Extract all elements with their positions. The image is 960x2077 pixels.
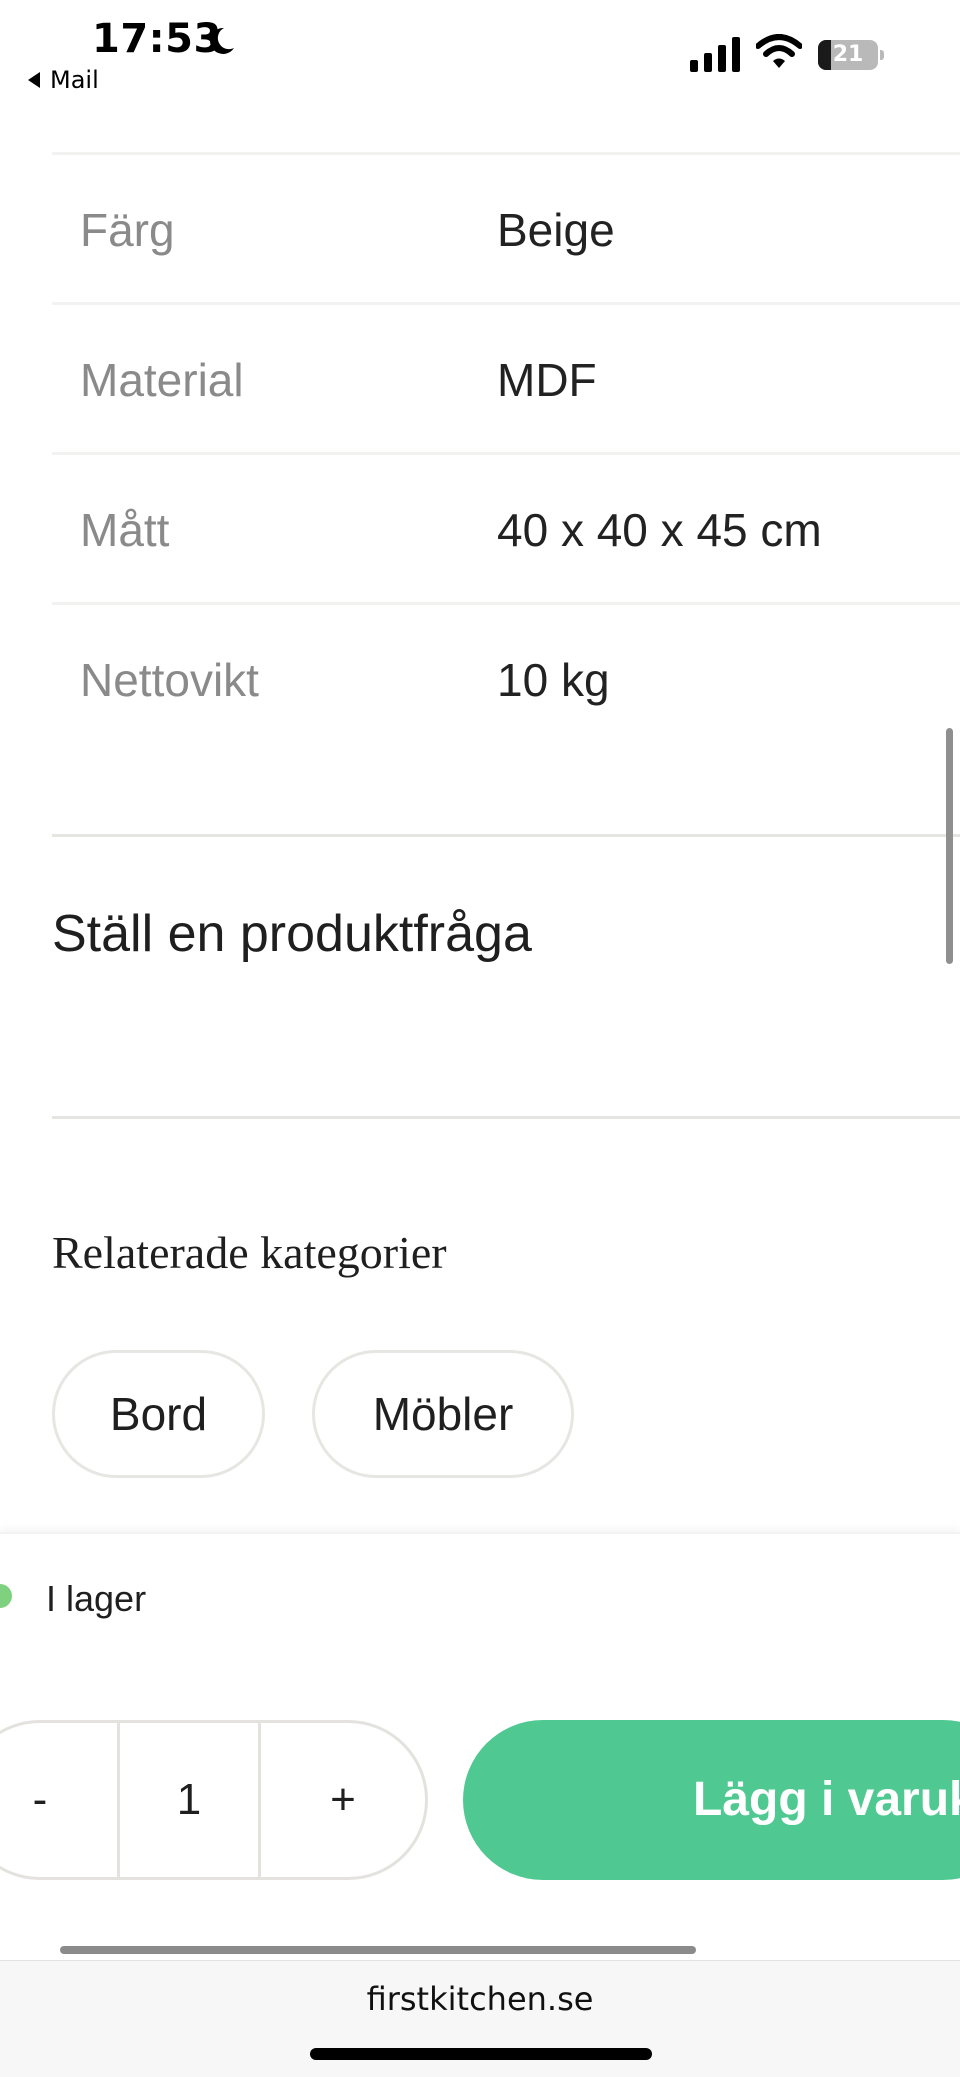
spec-row-net-weight: Nettovikt 10 kg (52, 602, 960, 752)
category-chip-bord[interactable]: Bord (52, 1350, 265, 1478)
related-categories-heading: Relaterade kategorier (52, 1227, 447, 1278)
spec-row-color: Färg Beige (52, 152, 960, 302)
quantity-input[interactable]: 1 (117, 1723, 261, 1877)
category-chip-mobler[interactable]: Möbler (312, 1350, 574, 1478)
spec-label: Material (80, 354, 244, 406)
back-label: Mail (50, 66, 99, 94)
horizontal-scrollbar[interactable] (60, 1946, 696, 1954)
spec-row-dimensions: Mått 40 x 40 x 45 cm (52, 452, 960, 602)
home-indicator[interactable] (310, 2048, 652, 2060)
stock-status: I lager (46, 1578, 147, 1619)
specification-table: Färg Beige Material MDF Mått 40 x 40 x 4… (52, 152, 960, 752)
spec-value: Beige (497, 204, 615, 256)
add-to-cart-button[interactable]: Lägg i varukorg (463, 1720, 960, 1880)
status-bar: 17:53 Mail 21 (0, 0, 960, 110)
product-question-toggle[interactable]: Ställ en produktfråga (52, 904, 532, 964)
section-divider (52, 1116, 960, 1119)
section-divider (52, 834, 960, 837)
spec-value: 10 kg (497, 654, 610, 706)
spec-value: MDF (497, 354, 597, 406)
spec-label: Mått (80, 504, 170, 556)
moon-icon (210, 27, 234, 54)
increase-quantity-button[interactable]: + (261, 1723, 425, 1877)
spec-value: 40 x 40 x 45 cm (497, 504, 822, 556)
spec-label: Nettovikt (80, 654, 259, 706)
decrease-quantity-button[interactable]: - (0, 1723, 117, 1877)
vertical-scrollbar[interactable] (946, 728, 953, 964)
clock: 17:53 (92, 16, 222, 62)
page: 17:53 Mail 21 Färg Beige Material MDF Må… (0, 0, 960, 2077)
back-arrow-icon (28, 72, 40, 88)
cellular-signal-icon (690, 37, 740, 72)
spec-label: Färg (80, 204, 175, 256)
battery-percent: 21 (832, 42, 864, 67)
quantity-stepper: - 1 + (0, 1720, 428, 1880)
back-to-mail-link[interactable]: Mail (28, 66, 99, 94)
spec-row-material: Material MDF (52, 302, 960, 452)
wifi-icon (756, 34, 802, 68)
address-bar[interactable]: firstkitchen.se (0, 1980, 960, 2018)
battery-icon: 21 (818, 40, 884, 70)
